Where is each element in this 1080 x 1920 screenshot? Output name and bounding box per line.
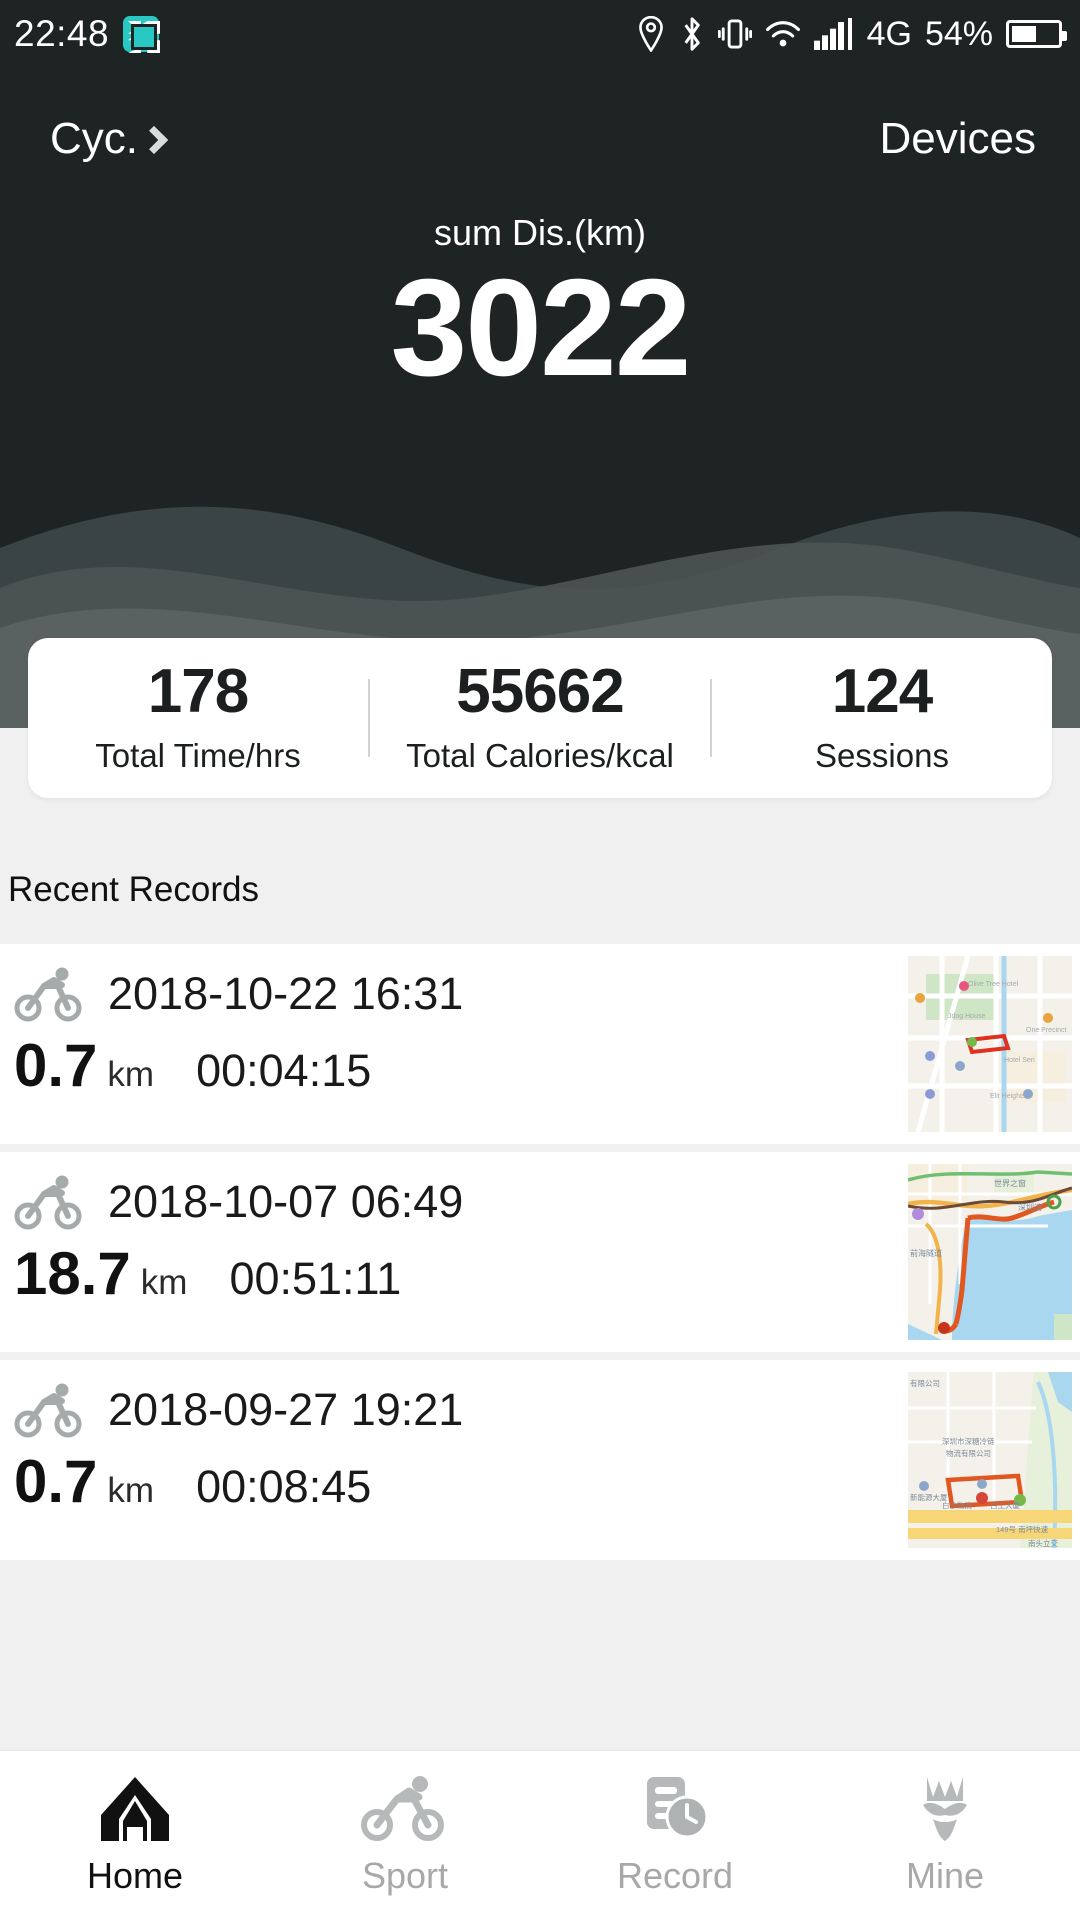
cyclist-icon xyxy=(360,1775,450,1843)
record-distance: 0.7 xyxy=(14,1448,98,1515)
bottom-navigation: Home Sport Record Mine xyxy=(0,1750,1080,1920)
svg-text:Elit Heights: Elit Heights xyxy=(990,1093,1026,1100)
battery-icon xyxy=(1006,20,1067,48)
wifi-icon xyxy=(765,19,801,49)
hero-top-bar: Cyc. Devices xyxy=(0,68,1080,164)
location-icon xyxy=(636,16,666,52)
sport-type-selector[interactable]: Cyc. xyxy=(50,114,169,164)
route-map-thumbnail[interactable]: Olive Tree Hotel Jdog House One Precinct… xyxy=(908,956,1072,1132)
record-datetime: 2018-09-27 19:21 xyxy=(108,1384,464,1435)
status-bar: 22:48 4G 54% xyxy=(0,0,1080,68)
hero-header: Cyc. Devices sum Dis.(km) 3022 xyxy=(0,68,1080,728)
tab-record[interactable]: Record xyxy=(540,1751,810,1920)
svg-text:南头立交: 南头立交 xyxy=(1028,1538,1058,1548)
list-item[interactable]: 2018-10-22 16:31 0.7 km 00:04:15 Olive T… xyxy=(0,944,1080,1144)
stat-value: 124 xyxy=(831,657,933,726)
svg-text:深圳湾: 深圳湾 xyxy=(1018,1202,1042,1212)
vibrate-icon xyxy=(717,17,752,51)
svg-text:物流有限公司: 物流有限公司 xyxy=(946,1448,991,1458)
stat-value: 178 xyxy=(147,657,249,726)
summary-value: 3022 xyxy=(390,251,692,405)
record-distance-unit: km xyxy=(107,1471,155,1510)
person-icon xyxy=(909,1775,981,1843)
record-duration: 00:51:11 xyxy=(229,1253,402,1304)
svg-text:白沙物流: 白沙物流 xyxy=(942,1500,972,1510)
cyclist-icon xyxy=(14,1382,86,1438)
tab-label: Sport xyxy=(361,1854,449,1896)
svg-text:Jdog House: Jdog House xyxy=(948,1013,985,1020)
stat-sessions: 124 Sessions xyxy=(712,661,1052,775)
svg-text:深圳市深糖冷链: 深圳市深糖冷链 xyxy=(942,1436,995,1446)
record-datetime: 2018-10-22 16:31 xyxy=(108,968,464,1019)
record-duration: 00:08:45 xyxy=(196,1461,372,1512)
cyclist-icon xyxy=(14,1174,86,1230)
summary-label: sum Dis.(km) xyxy=(434,212,646,253)
bluetooth-icon xyxy=(679,15,705,53)
route-map-thumbnail[interactable]: 世界之窗 深圳湾 前海隧道 xyxy=(908,1164,1072,1340)
record-duration: 00:04:15 xyxy=(196,1045,372,1096)
list-item[interactable]: 2018-09-27 19:21 0.7 km 00:08:45 有限公司 深圳… xyxy=(0,1360,1080,1560)
svg-text:白工大厦: 白工大厦 xyxy=(990,1500,1020,1510)
svg-text:有限公司: 有限公司 xyxy=(910,1378,940,1388)
screenshot-capture-icon[interactable] xyxy=(123,16,160,52)
stat-value: 55662 xyxy=(456,657,624,726)
recent-records-list: 2018-10-22 16:31 0.7 km 00:04:15 Olive T… xyxy=(0,944,1080,1568)
tab-label: Home xyxy=(86,1854,184,1896)
chevron-right-icon xyxy=(139,125,169,155)
record-datetime: 2018-10-07 06:49 xyxy=(108,1176,464,1227)
signal-bars-icon xyxy=(813,18,854,50)
cyclist-icon xyxy=(14,966,86,1022)
battery-percent: 54% xyxy=(924,14,993,53)
record-distance: 0.7 xyxy=(14,1032,98,1099)
status-bar-left: 22:48 xyxy=(14,13,160,55)
home-icon xyxy=(97,1775,173,1843)
record-distance-unit: km xyxy=(140,1263,188,1302)
route-map-thumbnail[interactable]: 有限公司 深圳市深糖冷链 物流有限公司 新能源大厦 白沙物流 白工大厦 149号… xyxy=(908,1372,1072,1548)
recent-records-title: Recent Records xyxy=(8,870,259,909)
list-bottom-spacer xyxy=(0,1664,1080,1750)
devices-button[interactable]: Devices xyxy=(880,114,1037,164)
list-item[interactable]: 2018-10-07 06:49 18.7 km 00:51:11 世界之窗 深… xyxy=(0,1152,1080,1352)
record-distance: 18.7 xyxy=(14,1240,131,1307)
record-distance-unit: km xyxy=(107,1055,155,1094)
tab-home[interactable]: Home xyxy=(0,1751,270,1920)
sport-type-label: Cyc. xyxy=(50,114,138,163)
stat-label: Sessions xyxy=(815,737,949,774)
svg-text:前海隧道: 前海隧道 xyxy=(910,1248,942,1258)
network-type: 4G xyxy=(866,14,912,53)
tab-label: Record xyxy=(616,1854,734,1896)
tab-label: Mine xyxy=(905,1854,985,1896)
svg-text:Olive Tree Hotel: Olive Tree Hotel xyxy=(968,981,1019,988)
status-time: 22:48 xyxy=(14,13,110,54)
stat-label: Total Calories/kcal xyxy=(406,737,674,774)
tab-mine[interactable]: Mine xyxy=(810,1751,1080,1920)
svg-text:149号 南坪快速: 149号 南坪快速 xyxy=(996,1524,1049,1534)
stat-label: Total Time/hrs xyxy=(95,737,301,774)
status-bar-right: 4G 54% xyxy=(636,14,1067,54)
record-clock-icon xyxy=(635,1775,715,1843)
svg-text:世界之窗: 世界之窗 xyxy=(994,1178,1026,1188)
svg-text:Hotel Seri: Hotel Seri xyxy=(1004,1057,1035,1064)
summary-stats-card: 178 Total Time/hrs 55662 Total Calories/… xyxy=(28,638,1052,798)
tab-sport[interactable]: Sport xyxy=(270,1751,540,1920)
stat-total-time: 178 Total Time/hrs xyxy=(28,661,368,775)
svg-text:One Precinct: One Precinct xyxy=(1026,1027,1067,1034)
stat-total-calories: 55662 Total Calories/kcal xyxy=(370,661,710,775)
